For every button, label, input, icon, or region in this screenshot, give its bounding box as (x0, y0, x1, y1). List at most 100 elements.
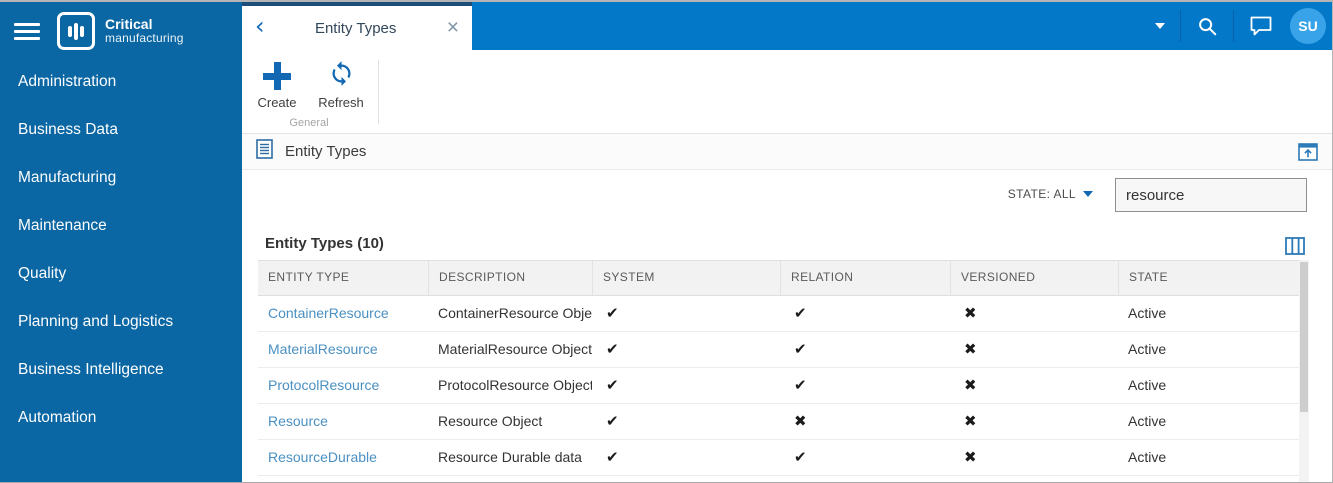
tab-close-icon[interactable]: × (447, 17, 459, 38)
column-header-entity-type[interactable]: ENTITY TYPE (258, 261, 428, 295)
cell-description: ContainerResource Object (438, 305, 592, 321)
cell-system: ✔ (606, 340, 619, 358)
filter-section: STATE: ALL Entity Types (10) (242, 170, 1332, 261)
sidebar-item-planning-and-logistics[interactable]: Planning and Logistics (0, 298, 242, 346)
entity-list-icon (256, 139, 273, 164)
sidebar: Critical manufacturing Administration Bus… (0, 2, 242, 482)
column-header-system[interactable]: SYSTEM (592, 261, 780, 295)
cell-versioned: ✖ (964, 448, 977, 466)
cell-relation: ✔ (780, 476, 950, 482)
column-chooser-icon[interactable] (1285, 237, 1305, 255)
topbar: ‹ Entity Types × SU (242, 2, 1332, 50)
search-icon[interactable] (1196, 15, 1218, 37)
table-row[interactable]: ResourceDurable Resource Durable data ✔ … (258, 440, 1309, 476)
cell-description: Resource Object (438, 413, 543, 429)
cell-relation: ✖ (794, 412, 807, 430)
cell-versioned: ✖ (964, 340, 977, 358)
main-content: Create Refresh General Entity Types STAT… (242, 50, 1332, 482)
table-row[interactable]: MaterialResource MaterialResource Object… (258, 332, 1309, 368)
table-body: ContainerResource ContainerResource Obje… (258, 296, 1309, 482)
cell-state (1118, 476, 1309, 482)
brand-line2: manufacturing (105, 31, 184, 46)
ribbon-group-divider (378, 60, 379, 124)
create-button-label: Create (257, 95, 297, 110)
entity-type-link[interactable]: Resource (268, 413, 328, 429)
entity-types-table: ENTITY TYPE DESCRIPTION SYSTEM RELATION VERS… (258, 260, 1309, 482)
cell-description (428, 476, 592, 482)
entity-type-link[interactable]: MaterialResource (268, 341, 378, 357)
plus-icon (263, 62, 291, 90)
create-button[interactable]: Create (244, 58, 310, 110)
topbar-divider (1180, 10, 1181, 42)
scrollbar-thumb[interactable] (1300, 262, 1308, 412)
ribbon-toolbar: Create Refresh General (242, 50, 1332, 134)
search-input[interactable] (1115, 178, 1307, 212)
sidebar-nav: Administration Business Data Manufacturing… (0, 58, 242, 442)
column-header-relation[interactable]: RELATION (780, 261, 950, 295)
cell-relation: ✔ (794, 376, 807, 394)
cell-relation: ✔ (794, 304, 807, 322)
cell-versioned: ✖ (964, 412, 977, 430)
feedback-chat-icon[interactable] (1249, 15, 1273, 37)
tab-entity-types[interactable]: ‹ Entity Types × (242, 2, 472, 50)
cell-versioned: ✖ (964, 304, 977, 322)
page-header: Entity Types (242, 134, 1332, 170)
sidebar-item-maintenance[interactable]: Maintenance (0, 202, 242, 250)
cell-description: ProtocolResource Object (438, 377, 592, 393)
table-row[interactable]: ✔ ✔ ✖ (258, 476, 1309, 482)
cell-description: Resource Durable data (438, 449, 582, 465)
state-filter-caret-icon (1083, 191, 1093, 197)
cell-state: Active (1128, 341, 1167, 357)
column-header-description[interactable]: DESCRIPTION (428, 261, 592, 295)
entity-type-link[interactable]: ProtocolResource (268, 377, 379, 393)
table-row[interactable]: ProtocolResource ProtocolResource Object… (258, 368, 1309, 404)
sidebar-item-quality[interactable]: Quality (0, 250, 242, 298)
table-title: Entity Types (10) (265, 235, 384, 252)
cell-system: ✔ (606, 376, 619, 394)
cell-versioned: ✖ (964, 376, 977, 394)
collapse-panel-icon[interactable] (1298, 142, 1318, 161)
sidebar-item-business-intelligence[interactable]: Business Intelligence (0, 346, 242, 394)
brand-name: Critical manufacturing (105, 15, 184, 46)
cell-state: Active (1128, 449, 1167, 465)
table-row[interactable]: ContainerResource ContainerResource Obje… (258, 296, 1309, 332)
cell-system: ✔ (606, 412, 619, 430)
topbar-actions: SU (1155, 2, 1326, 50)
page-title: Entity Types (285, 143, 367, 160)
tabs-dropdown-caret-icon[interactable] (1155, 23, 1165, 29)
user-avatar[interactable]: SU (1290, 8, 1326, 44)
refresh-button[interactable]: Refresh (308, 58, 374, 110)
tab-back-chevron-icon[interactable]: ‹ (255, 6, 265, 46)
table-scrollbar[interactable] (1299, 260, 1309, 482)
sidebar-header: Critical manufacturing (0, 2, 242, 56)
entity-type-link[interactable]: ResourceDurable (268, 449, 377, 465)
menu-hamburger-icon[interactable] (14, 22, 40, 40)
refresh-icon (328, 60, 355, 92)
column-header-state[interactable]: STATE (1118, 261, 1309, 295)
cell-relation: ✔ (794, 448, 807, 466)
column-header-versioned[interactable]: VERSIONED (950, 261, 1118, 295)
cell-state: Active (1128, 305, 1167, 321)
topbar-divider (1233, 10, 1234, 42)
refresh-button-label: Refresh (318, 95, 364, 110)
state-filter-dropdown[interactable]: STATE: ALL (1008, 187, 1093, 201)
entity-type-link[interactable]: ContainerResource (268, 305, 389, 321)
app-window: Critical manufacturing Administration Bus… (0, 0, 1333, 483)
cell-system: ✔ (592, 476, 780, 482)
cell-versioned: ✖ (950, 476, 1118, 482)
sidebar-item-administration[interactable]: Administration (0, 58, 242, 106)
brand-logo-icon (57, 12, 95, 50)
sidebar-item-automation[interactable]: Automation (0, 394, 242, 442)
table-row[interactable]: Resource Resource Object ✔ ✖ ✖ Active (258, 404, 1309, 440)
cell-system: ✔ (606, 304, 619, 322)
cell-relation: ✔ (794, 340, 807, 358)
sidebar-item-business-data[interactable]: Business Data (0, 106, 242, 154)
table-header-row: ENTITY TYPE DESCRIPTION SYSTEM RELATION VERS… (258, 260, 1309, 296)
cell-state: Active (1128, 413, 1167, 429)
cell-description: MaterialResource Object (438, 341, 592, 357)
brand-line1: Critical (105, 15, 153, 32)
cell-state: Active (1128, 377, 1167, 393)
ribbon-group-label: General (289, 117, 329, 129)
state-filter-label: STATE: ALL (1007, 187, 1076, 201)
sidebar-item-manufacturing[interactable]: Manufacturing (0, 154, 242, 202)
